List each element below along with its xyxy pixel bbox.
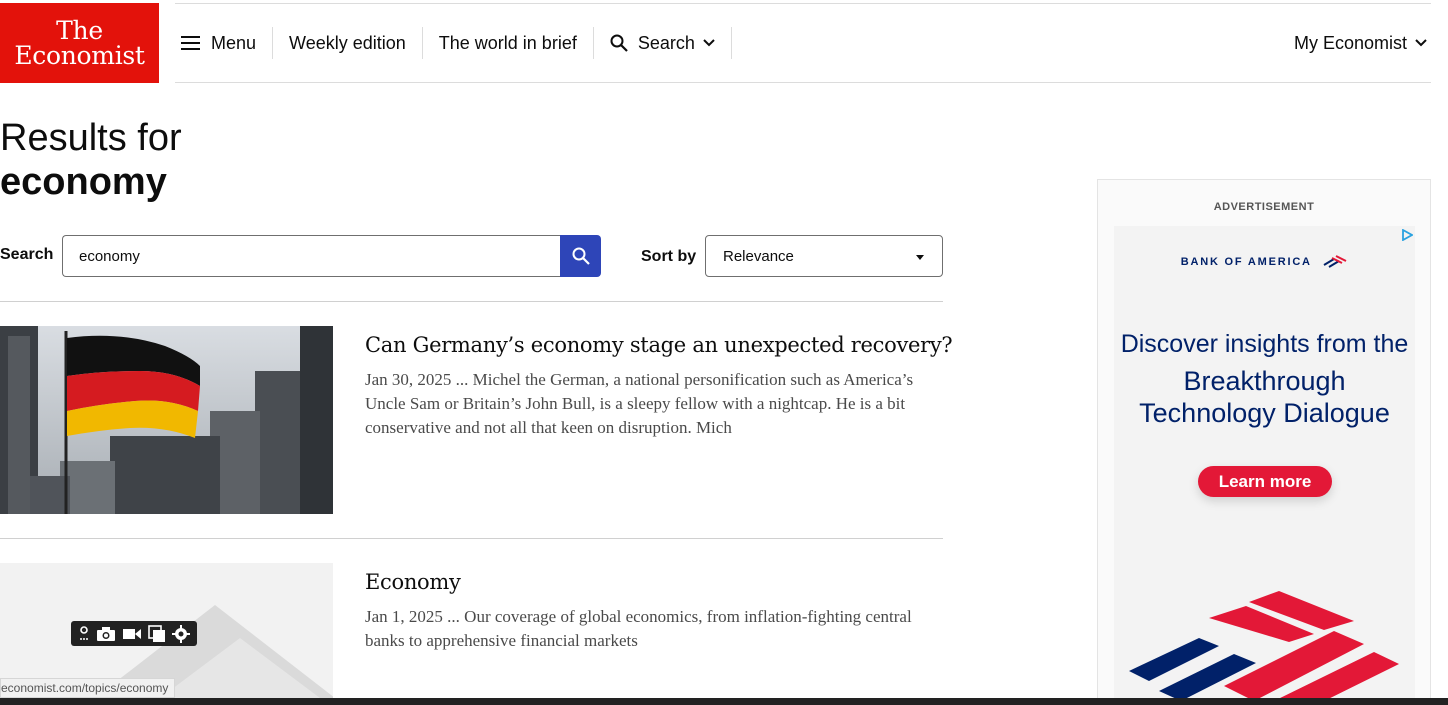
learn-more-button[interactable]: Learn more xyxy=(1198,466,1332,497)
article-snippet: Jan 1, 2025 ... Our coverage of global e… xyxy=(365,607,912,650)
ad-headline-line: Breakthrough xyxy=(1183,366,1346,396)
sort-by-label: Sort by xyxy=(641,248,697,265)
german-flag-skyline-image xyxy=(0,326,333,514)
ad-headline: Discover insights from the xyxy=(1120,330,1409,358)
results-divider xyxy=(0,538,943,539)
advertisement-label: ADVERTISEMENT xyxy=(1213,201,1315,213)
world-in-brief-link[interactable]: The world in brief xyxy=(423,27,594,59)
search-icon xyxy=(610,34,628,52)
search-menu-label: Search xyxy=(637,32,695,53)
search-input[interactable] xyxy=(62,235,561,277)
logo-line-2: Economist xyxy=(14,41,145,70)
camera-icon[interactable] xyxy=(96,626,116,642)
advertisement-panel: ADVERTISEMENT BANK OF AMERICA Discover i… xyxy=(1097,179,1431,705)
article-title-link[interactable]: Can Germany’s economy stage an unexpecte… xyxy=(365,333,953,357)
search-submit-button[interactable] xyxy=(560,235,601,277)
caret-down-icon xyxy=(916,255,924,260)
flag-logo-icon xyxy=(1323,255,1347,268)
ad-headline-emphasis: Breakthrough Technology Dialogue xyxy=(1114,365,1415,429)
weekly-edition-link[interactable]: Weekly edition xyxy=(273,27,423,59)
boa-flag-graphic xyxy=(1129,591,1399,705)
search-menu-button[interactable]: Search xyxy=(594,27,732,59)
results-divider xyxy=(0,301,943,302)
ad-choices-icon[interactable] xyxy=(1401,228,1414,246)
world-in-brief-label: The world in brief xyxy=(438,32,577,53)
results-search-term: economy xyxy=(0,161,167,203)
status-bar-url: economist.com/topics/economy xyxy=(0,678,176,698)
window-bottom-bar xyxy=(0,698,1448,705)
my-economist-label: My Economist xyxy=(1293,32,1407,53)
chevron-down-icon xyxy=(1415,39,1427,47)
weekly-edition-label: Weekly edition xyxy=(289,32,406,53)
copy-window-icon[interactable] xyxy=(148,624,166,643)
article-snippet: Jan 30, 2025 ... Michel the German, a na… xyxy=(365,370,914,437)
article-title-link[interactable]: Economy xyxy=(365,570,461,594)
ad-brand-name: BANK OF AMERICA xyxy=(1114,255,1415,269)
top-navigation: Menu Weekly edition The world in brief S… xyxy=(175,3,1431,83)
video-camera-icon[interactable] xyxy=(122,627,142,641)
chevron-down-icon xyxy=(703,39,715,47)
gear-icon[interactable] xyxy=(172,624,190,643)
search-icon xyxy=(572,247,590,265)
link-icon[interactable] xyxy=(78,625,90,642)
menu-button[interactable]: Menu xyxy=(175,27,274,59)
search-label: Search xyxy=(0,246,54,263)
menu-label: Menu xyxy=(211,32,257,53)
sort-selected-value: Relevance xyxy=(723,247,794,265)
ad-headline-line: Technology Dialogue xyxy=(1139,398,1390,428)
hamburger-icon xyxy=(181,36,200,50)
ad-brand-text: BANK OF AMERICA xyxy=(1180,255,1312,268)
logo-line-1: The xyxy=(56,16,103,45)
my-economist-button[interactable]: My Economist xyxy=(1294,33,1431,54)
economist-logo[interactable]: The Economist xyxy=(0,3,159,83)
sort-by-select[interactable]: Relevance xyxy=(705,235,943,277)
article-thumbnail[interactable] xyxy=(0,326,333,514)
ad-creative[interactable]: BANK OF AMERICA Discover insights from t… xyxy=(1114,226,1415,705)
results-heading: Results for xyxy=(0,117,182,159)
floating-capture-toolbar xyxy=(71,621,197,646)
